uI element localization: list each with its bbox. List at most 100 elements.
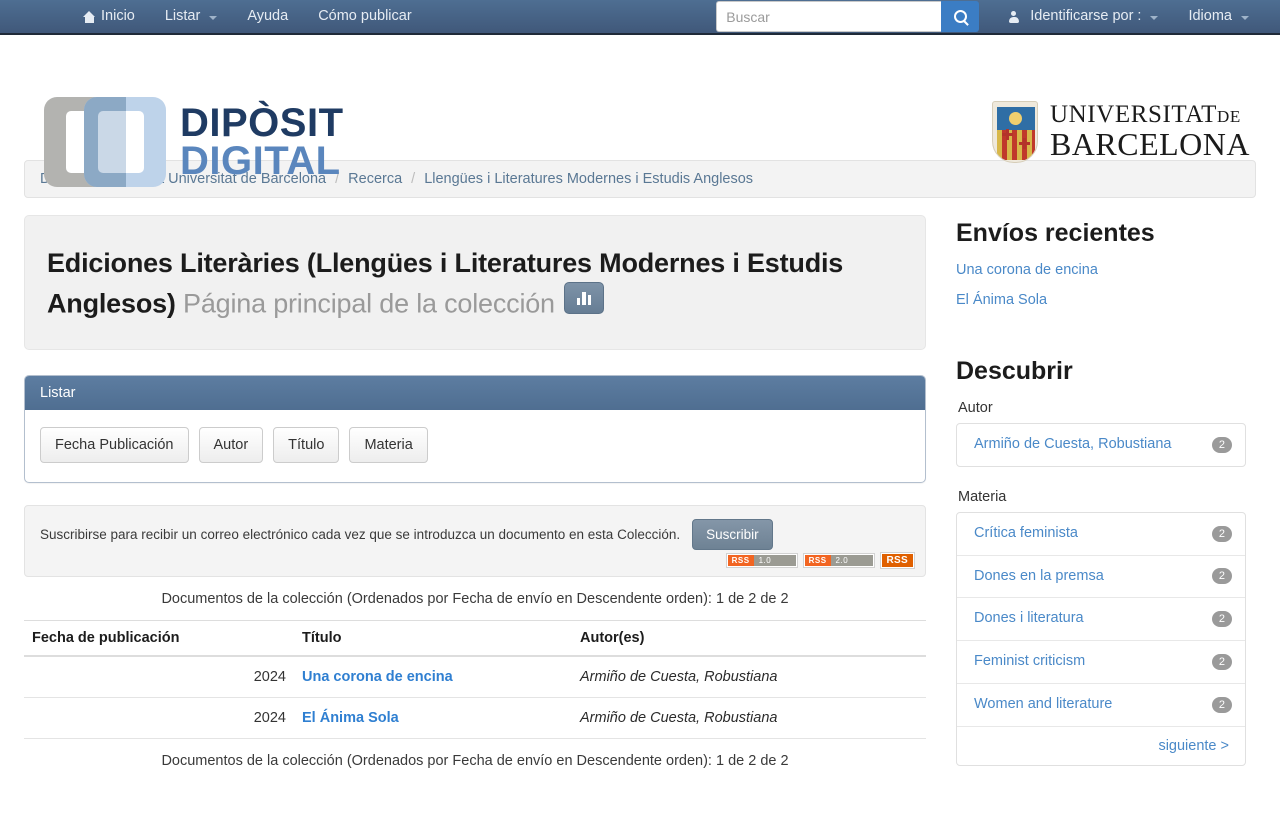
page-title: Ediciones Literàries (Llengües i Literat… xyxy=(47,246,903,322)
language-menu[interactable]: Idioma xyxy=(1173,0,1264,34)
facet-item-label: Armiño de Cuesta, Robustiana xyxy=(974,436,1172,452)
documents-caption-bottom: Documentos de la colección (Ordenados po… xyxy=(161,752,789,769)
browse-by-title-button[interactable]: Título xyxy=(273,426,340,463)
breadcrumb-item-current[interactable]: Llengües i Literatures Modernes i Estudi… xyxy=(424,171,753,187)
nav-item-ayuda-label: Ayuda xyxy=(247,8,289,24)
recent-submission-link[interactable]: Una corona de encina xyxy=(956,262,1246,278)
subscribe-well: Suscribirse para recibir un correo elect… xyxy=(24,504,926,577)
facet-item-label: Dones en la premsa xyxy=(974,567,1104,584)
browse-panel-body: Fecha Publicación Autor Título Materia xyxy=(25,410,925,482)
column-header-title: Título xyxy=(294,619,572,657)
recent-submission-link[interactable]: El Ánima Sola xyxy=(956,292,1246,308)
facet-list-autor: Armiño de Cuesta, Robustiana 2 xyxy=(956,423,1246,467)
logo-wordmark: DIPÒSIT DIGITAL xyxy=(180,100,344,183)
navbar-links: Inicio Listar Ayuda Cómo publicar xyxy=(68,0,427,34)
facet-item[interactable]: Armiño de Cuesta, Robustiana 2 xyxy=(957,424,1245,466)
rss-atom-badge[interactable]: RSS xyxy=(880,552,914,568)
ub-line-2: BARCELONA xyxy=(1049,126,1250,163)
sidebar: Envíos recientes Una corona de encina El… xyxy=(956,215,1246,788)
table-row: 2024 El Ánima Sola Armiño de Cuesta, Rob… xyxy=(24,697,926,739)
rss-badges: RSS 1.0 RSS 2.0 RSS xyxy=(726,552,914,568)
rss-1-0-label: RSS xyxy=(727,554,754,566)
browse-by-author-button[interactable]: Autor xyxy=(198,426,264,463)
facet-item[interactable]: Feminist criticism 2 xyxy=(957,641,1245,684)
diposit-digital-logo[interactable]: DIPÒSIT DIGITAL xyxy=(44,97,344,187)
login-menu[interactable]: Identificarse por : xyxy=(993,0,1173,34)
facet-item-count: 2 xyxy=(1211,696,1232,713)
facet-item-label: Women and literature xyxy=(974,695,1113,712)
ub-wordmark: UNIVERSITATDE BARCELONA xyxy=(1049,101,1250,163)
facet-item[interactable]: Dones i literatura 2 xyxy=(957,598,1245,641)
facet-label-autor: Autor xyxy=(958,400,993,416)
browse-by-subject-button[interactable]: Materia xyxy=(349,426,428,463)
facet-list-materia: Crítica feminista 2 Dones en la premsa 2… xyxy=(956,511,1246,766)
subscribe-button[interactable]: Suscribir xyxy=(692,518,773,550)
rss-2-0-badge[interactable]: RSS 2.0 xyxy=(803,553,874,567)
facet-item[interactable]: Dones en la premsa 2 xyxy=(957,556,1245,599)
search-icon xyxy=(953,10,967,23)
nav-item-inicio[interactable]: Inicio xyxy=(68,0,150,34)
table-header-row: Fecha de publicación Título Autor(es) xyxy=(24,619,926,657)
navbar-right: Identificarse por : Idioma xyxy=(716,0,1264,34)
row-title: El Ánima Sola xyxy=(294,697,572,739)
facet-item[interactable]: Crítica feminista 2 xyxy=(957,513,1245,556)
subscribe-text: Suscribirse para recibir un correo elect… xyxy=(40,526,681,542)
nav-item-listar[interactable]: Listar xyxy=(150,0,232,34)
facet-item-label: Crítica feminista xyxy=(974,524,1078,541)
bar-chart-icon xyxy=(576,290,592,306)
facet-item-count: 2 xyxy=(1211,611,1232,628)
nav-item-ayuda[interactable]: Ayuda xyxy=(232,0,303,34)
breadcrumb-separator: / xyxy=(411,171,416,187)
row-title: Una corona de encina xyxy=(294,655,572,698)
column-header-authors: Autor(es) xyxy=(572,619,926,657)
nav-item-listar-label: Listar xyxy=(164,8,201,24)
column-header-date: Fecha de publicación xyxy=(24,619,294,657)
browse-panel-heading: Listar xyxy=(25,375,925,410)
page-header: DIPÒSIT DIGITAL UNIVERSITATDE BARCELONA xyxy=(0,35,1280,187)
rss-2-0-version: 2.0 xyxy=(830,554,873,566)
facet-label-materia: Materia xyxy=(958,488,1007,505)
document-link[interactable]: Una corona de encina xyxy=(302,669,453,685)
search-input[interactable] xyxy=(716,1,942,32)
facet-item-count: 2 xyxy=(1211,568,1232,585)
subscribe-row: Suscribirse para recibir un correo elect… xyxy=(40,518,910,550)
facet-item-count: 2 xyxy=(1211,653,1232,670)
statistics-button[interactable] xyxy=(563,281,604,314)
logo-word-diposit: DIPÒSIT xyxy=(180,100,344,145)
logo-word-digital: DIGITAL xyxy=(180,139,341,183)
nav-item-como-publicar[interactable]: Cómo publicar xyxy=(303,0,427,34)
universitat-barcelona-logo[interactable]: UNIVERSITATDE BARCELONA xyxy=(991,101,1250,163)
rss-1-0-version: 1.0 xyxy=(753,554,796,566)
home-icon xyxy=(83,10,96,23)
facet-item-count: 2 xyxy=(1211,525,1232,542)
logo-mark-icon xyxy=(44,97,166,187)
documents-caption-top: Documentos de la colección (Ordenados po… xyxy=(161,590,789,607)
collection-jumbotron: Ediciones Literàries (Llengües i Literat… xyxy=(24,215,926,350)
browse-by-date-button[interactable]: Fecha Publicación xyxy=(40,426,189,463)
ub-crest-icon xyxy=(991,101,1038,163)
rss-1-0-badge[interactable]: RSS 1.0 xyxy=(726,553,797,567)
search-box xyxy=(716,1,980,32)
document-link[interactable]: El Ánima Sola xyxy=(302,710,399,726)
row-date: 2024 xyxy=(24,697,294,739)
documents-table-body: 2024 Una corona de encina Armiño de Cues… xyxy=(24,655,926,739)
breadcrumb-item-recerca[interactable]: Recerca xyxy=(348,171,402,187)
ub-de-text: DE xyxy=(1217,107,1241,127)
facet-item[interactable]: Women and literature 2 xyxy=(957,684,1245,727)
facet-item-count: 2 xyxy=(1211,436,1232,453)
row-authors: Armiño de Cuesta, Robustiana xyxy=(572,655,926,698)
ub-universitat-text: UNIVERSITAT xyxy=(1049,101,1218,129)
search-button[interactable] xyxy=(941,1,980,32)
nav-item-como-publicar-label: Cómo publicar xyxy=(318,8,412,24)
collection-subtitle: Página principal de la colección xyxy=(183,288,555,319)
ub-line-1: UNIVERSITATDE xyxy=(1049,101,1250,129)
facet-next-page[interactable]: siguiente > xyxy=(957,727,1245,765)
browse-panel: Listar Fecha Publicación Autor Título Ma… xyxy=(24,374,926,483)
documents-table: Fecha de publicación Título Autor(es) 20… xyxy=(24,619,926,739)
chevron-down-icon xyxy=(209,15,218,20)
nav-item-inicio-label: Inicio xyxy=(101,8,135,24)
top-navbar: Inicio Listar Ayuda Cómo publicar Identi… xyxy=(0,0,1280,35)
login-label: Identificarse por : xyxy=(1030,8,1142,24)
documents-table-head: Fecha de publicación Título Autor(es) xyxy=(24,619,926,657)
facet-item-label: Dones i literatura xyxy=(974,610,1084,627)
